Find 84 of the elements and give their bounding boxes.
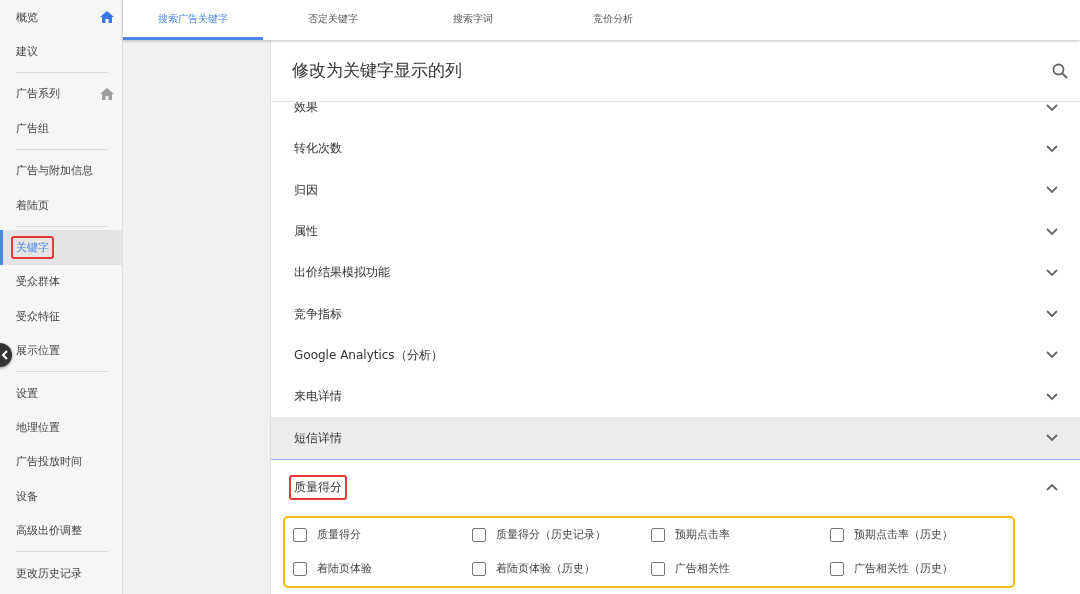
checkbox-label: 着陆页体验（历史） [496,561,595,577]
sidebar-item-label: 更改历史记录 [15,565,83,582]
sidebar-item-label: 建议 [15,44,39,61]
section-label: 属性 [293,223,319,241]
section-header[interactable]: 转化次数 [271,128,1080,170]
sidebar-item[interactable]: 受众群体 [13,264,122,300]
section-label: 转化次数 [293,140,343,158]
checkbox-label: 广告相关性 [675,561,730,577]
checkbox-label: 质量得分（历史记录） [496,527,606,543]
checkbox[interactable] [651,561,665,576]
sidebar-item[interactable]: 地理位置 [13,410,122,445]
section-header[interactable]: 短信详情 [271,417,1080,459]
sidebar-item[interactable]: 广告组 [13,111,122,146]
chevron-down-icon[interactable] [1046,351,1058,360]
sidebar-item-label: 受众特征 [15,308,61,325]
section-label: Google Analytics（分析） [293,346,444,364]
sidebar-item-label: 广告系列 [15,86,61,103]
section-label: 竞争指标 [293,305,343,323]
sidebar-item[interactable]: 广告投放时间 [13,444,122,480]
panel-title: 修改为关键字显示的列 [292,59,462,82]
sidebar-item-label: 广告与附加信息 [15,163,94,180]
section-label: 出价结果模拟功能 [293,264,391,282]
sidebar-item-label: 着陆页 [15,197,50,214]
chevron-down-icon[interactable] [1046,268,1058,277]
sidebar-item[interactable]: 概览 [13,0,122,35]
chevron-down-icon[interactable] [1046,103,1058,112]
sidebar-item-label: 设备 [15,488,39,505]
sidebar-item[interactable]: 建议 [13,34,122,69]
checkbox[interactable] [293,561,307,576]
section-header[interactable]: 来电详情 [271,376,1080,418]
checkbox-label: 预期点击率 [675,527,730,543]
tab[interactable]: 搜索字词 [403,0,543,40]
checkbox[interactable] [830,527,844,542]
tab[interactable]: 否定关键字 [263,0,403,40]
sidebar-item[interactable]: 广告与附加信息 [13,153,122,188]
sidebar-item-label: 受众群体 [15,274,61,291]
sidebar-item-label: 地理位置 [15,420,61,436]
checkbox[interactable] [293,527,307,542]
chevron-up-icon[interactable] [1046,483,1058,492]
sidebar-item-label: 关键字 [11,236,54,260]
section-header[interactable]: 竞争指标 [271,293,1080,335]
sidebar-item[interactable]: 高级出价调整 [13,513,122,548]
section-header[interactable]: 属性 [271,210,1080,253]
section-label: 来电详情 [293,388,343,406]
sidebar-item[interactable]: 广告系列 [13,76,122,112]
sidebar-item[interactable]: 受众特征 [13,299,122,334]
chevron-down-icon[interactable] [1046,227,1058,236]
checkbox-label: 广告相关性（历史） [854,561,953,577]
section-header[interactable]: 效果 [271,102,1080,129]
checkbox[interactable] [472,561,486,576]
sidebar-item[interactable]: 设置 [13,375,122,411]
checkbox-label: 着陆页体验 [317,561,372,577]
checkbox-label: 预期点击率（历史） [854,527,953,543]
section-label: 短信详情 [293,429,343,447]
sidebar-item[interactable]: 更改历史记录 [13,555,122,591]
sidebar-item-label: 广告投放时间 [15,454,83,471]
checkbox[interactable] [472,527,486,542]
sidebar-item-label: 概览 [15,9,39,26]
section-header[interactable]: 归因 [271,169,1080,211]
section-header[interactable]: Google Analytics（分析） [271,334,1080,377]
section-label: 效果 [293,102,319,117]
sidebar-item-label: 高级出价调整 [15,523,83,540]
chevron-left-icon [1,350,9,360]
chevron-down-icon[interactable] [1046,186,1058,195]
section-label: 归因 [293,181,319,199]
sidebar-item-label: 展示位置 [15,343,61,360]
chevron-down-icon[interactable] [1046,310,1058,319]
sidebar-item-label: 设置 [15,385,39,402]
search-icon[interactable] [1052,62,1068,79]
checkbox-label: 质量得分 [317,527,361,543]
sidebar-item[interactable]: 展示位置 [13,333,122,368]
section-header[interactable]: 质量得分 [271,458,1080,515]
sidebar-item-label: 广告组 [15,120,50,137]
sidebar-item[interactable]: 设备 [13,479,122,514]
checkbox[interactable] [830,561,844,576]
tab[interactable]: 竞价分析 [543,0,683,40]
section-label: 质量得分 [289,474,347,500]
home-icon[interactable] [100,11,114,24]
chevron-down-icon[interactable] [1046,144,1058,153]
checkbox[interactable] [651,527,665,542]
section-header[interactable]: 出价结果模拟功能 [271,252,1080,294]
chevron-down-icon[interactable] [1046,434,1058,442]
sidebar-item[interactable]: 着陆页 [13,187,122,223]
chevron-down-icon[interactable] [1046,392,1058,401]
